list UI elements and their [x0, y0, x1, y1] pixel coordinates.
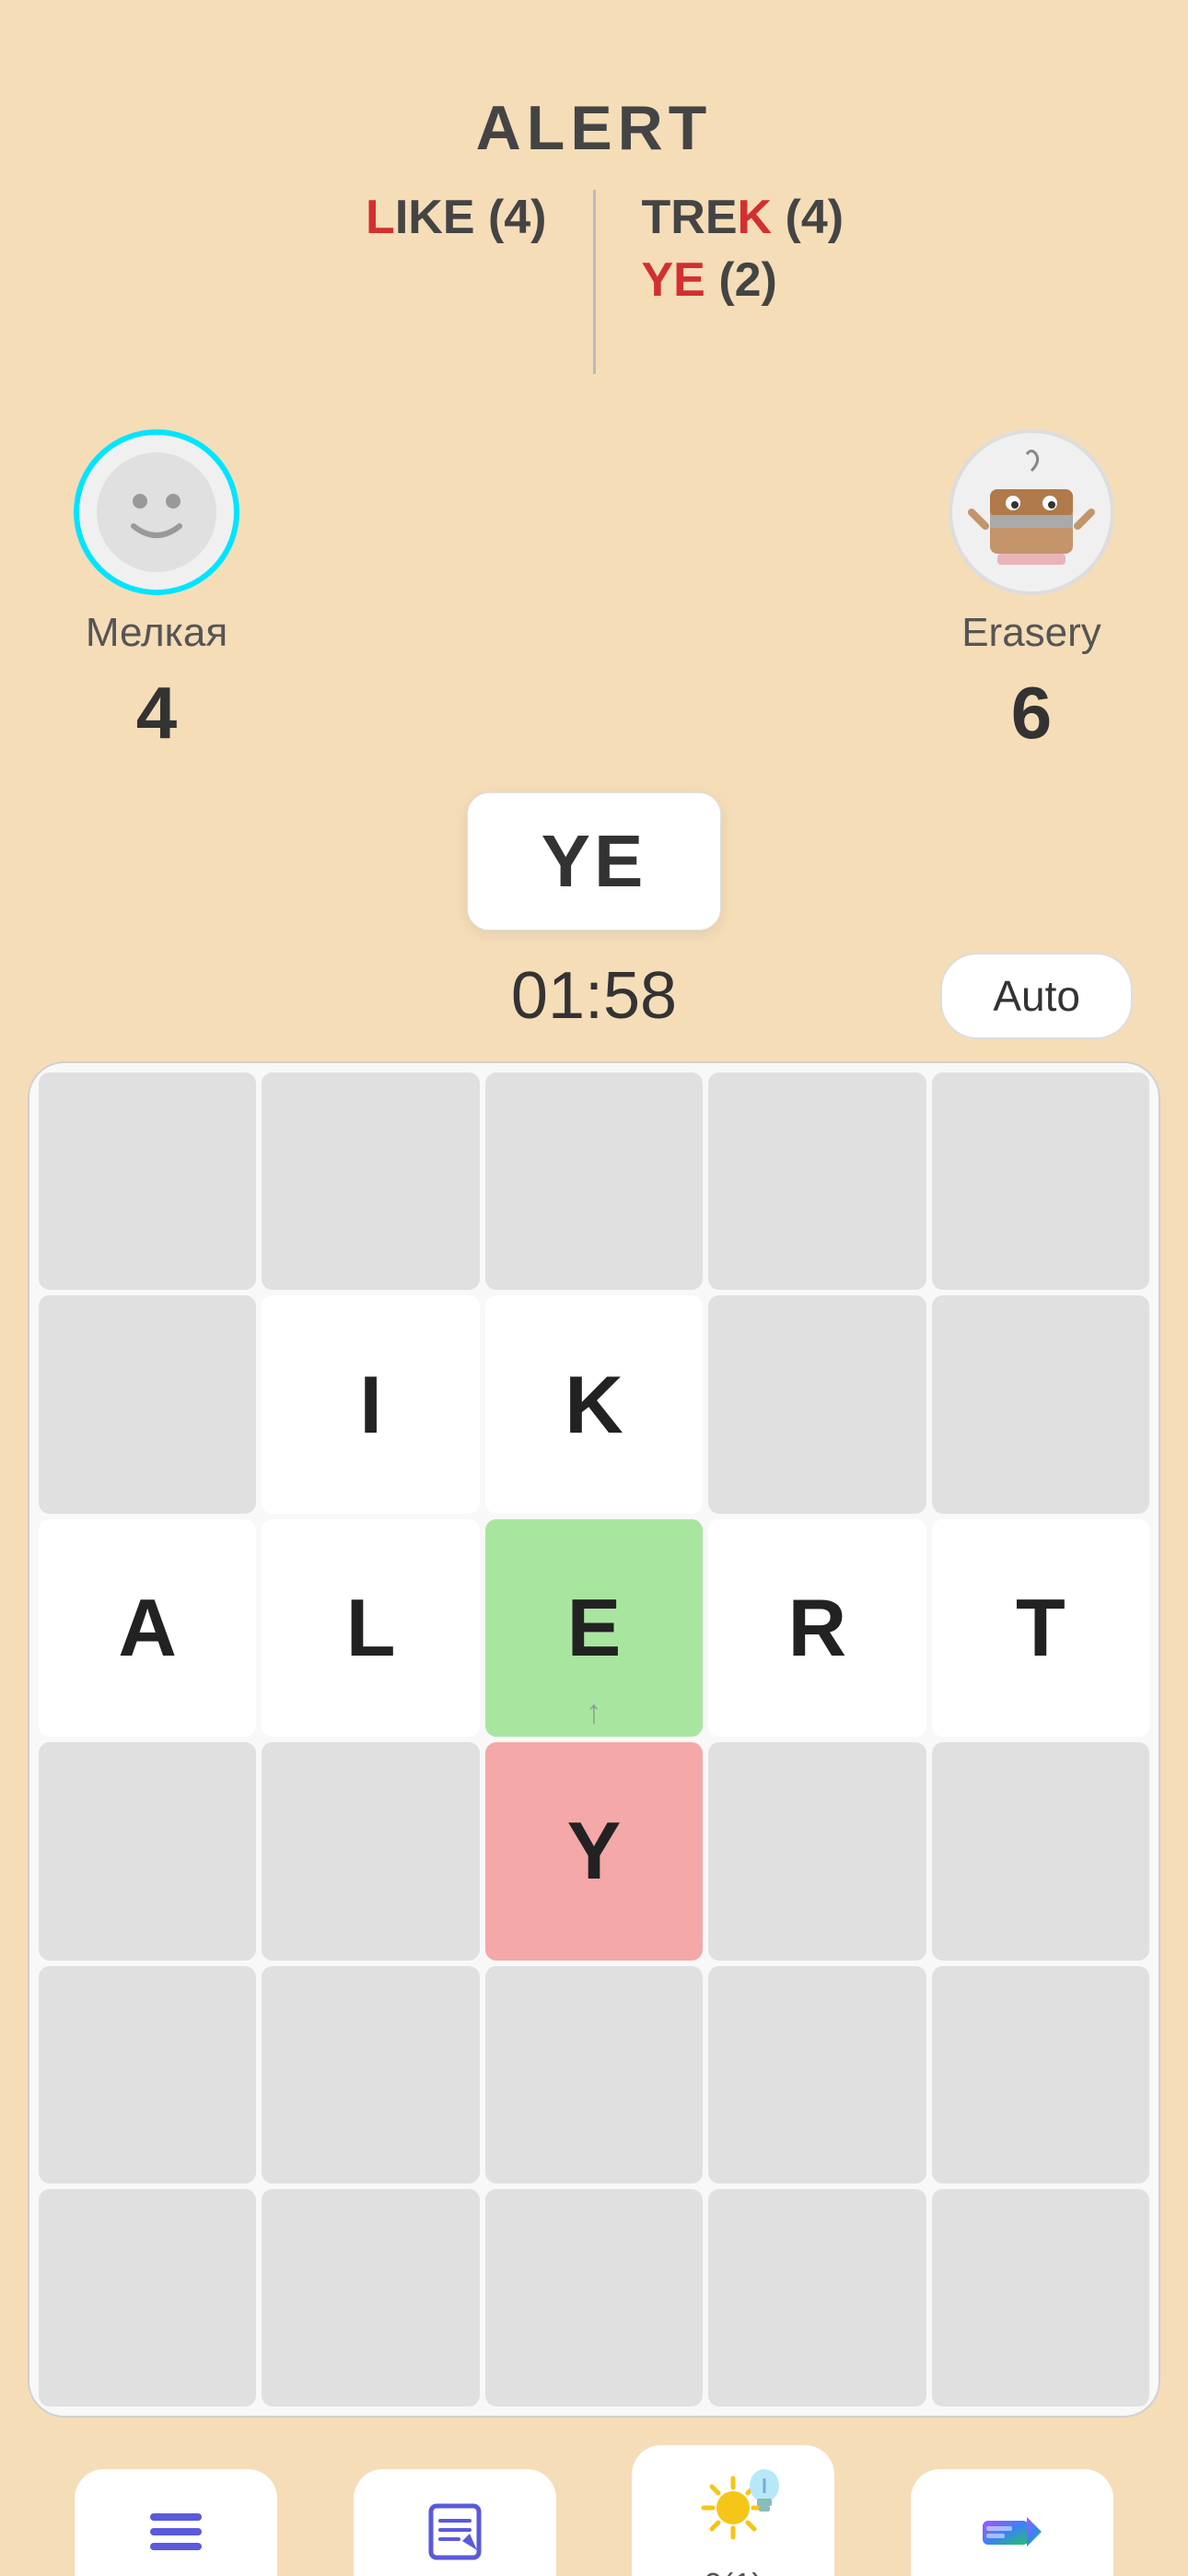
trek-highlight: K [738, 191, 773, 244]
cell-0-2[interactable] [485, 1072, 703, 1290]
bottom-nav: Menu Story [0, 2418, 1188, 2576]
timer: 01:58 [511, 958, 677, 1034]
story-icon [422, 2499, 488, 2576]
nav-hint[interactable]: 0(1) Hint [632, 2445, 834, 2576]
auto-button[interactable]: Auto [940, 953, 1133, 1039]
smiley-icon [92, 448, 221, 577]
cell-5-2[interactable] [485, 2189, 703, 2406]
like-rest: IKE (4) [395, 191, 547, 244]
lightbulb-icon [744, 2465, 785, 2519]
letter-grid: I K A L E ↑ R T Y [39, 1072, 1149, 2406]
cell-5-3[interactable] [708, 2189, 926, 2406]
cell-5-0[interactable] [39, 2189, 256, 2406]
current-word: YE [542, 819, 647, 904]
cell-2-2[interactable]: E ↑ [485, 1519, 703, 1737]
like-highlight: L [366, 191, 395, 244]
cell-0-0[interactable] [39, 1072, 256, 1290]
cell-1-4[interactable] [932, 1295, 1149, 1513]
hint-count: 0(1) [704, 2566, 763, 2576]
cell-2-0[interactable]: A [39, 1519, 256, 1737]
score-right: TREK (4) YE (2) [596, 190, 1188, 308]
nav-story[interactable]: Story [354, 2469, 556, 2576]
score-left: LIKE (4) [0, 190, 593, 245]
arrow-up-icon: ↑ [586, 1692, 602, 1731]
menu-icon [143, 2499, 209, 2576]
cell-1-0[interactable] [39, 1295, 256, 1513]
player-right-score: 6 [1011, 671, 1053, 755]
player-left: Мелкая 4 [74, 429, 239, 755]
cell-2-1[interactable]: L [262, 1519, 479, 1737]
game-screen: ALERT LIKE (4) TREK (4) YE (2) [0, 0, 1188, 2576]
scores-block: LIKE (4) TREK (4) YE (2) [0, 190, 1188, 374]
cell-3-0[interactable] [39, 1742, 256, 1960]
pass-icon [979, 2499, 1045, 2576]
erasery-icon [962, 443, 1101, 581]
grid-container: I K A L E ↑ R T Y [28, 1061, 1160, 2418]
cell-3-2[interactable]: Y [485, 1742, 703, 1960]
cell-0-1[interactable] [262, 1072, 479, 1290]
cell-0-4[interactable] [932, 1072, 1149, 1290]
cell-1-3[interactable] [708, 1295, 926, 1513]
cell-2-3[interactable]: R [708, 1519, 926, 1737]
cell-4-2[interactable] [485, 1966, 703, 2184]
nav-menu[interactable]: Menu [75, 2469, 277, 2576]
cell-1-2[interactable]: K [485, 1295, 703, 1513]
players-row: Мелкая 4 [0, 392, 1188, 755]
cell-4-4[interactable] [932, 1966, 1149, 2184]
cell-0-3[interactable] [708, 1072, 926, 1290]
cell-3-4[interactable] [932, 1742, 1149, 1960]
player-left-name: Мелкая [86, 610, 227, 656]
cell-3-3[interactable] [708, 1742, 926, 1960]
player-right-name: Erasery [961, 610, 1101, 656]
word-ye: YE (2) [642, 252, 777, 308]
timer-row: 01:58 Auto [0, 958, 1188, 1034]
cell-3-1[interactable] [262, 1742, 479, 1960]
player-right: Erasery 6 [949, 429, 1114, 755]
top-section: ALERT LIKE (4) TREK (4) YE (2) [0, 0, 1188, 1034]
player-left-score: 4 [136, 671, 178, 755]
avatar-right [949, 429, 1114, 595]
cell-4-1[interactable] [262, 1966, 479, 2184]
nav-pass[interactable]: Pass [911, 2469, 1113, 2576]
hint-icon-container [700, 2475, 766, 2546]
word-trek: TREK (4) [642, 190, 844, 245]
challenge-word: ALERT [476, 92, 713, 164]
cell-4-3[interactable] [708, 1966, 926, 2184]
cell-4-0[interactable] [39, 1966, 256, 2184]
cell-2-4[interactable]: T [932, 1519, 1149, 1737]
word-like: LIKE (4) [366, 190, 546, 245]
cell-5-4[interactable] [932, 2189, 1149, 2406]
cell-5-1[interactable] [262, 2189, 479, 2406]
cell-1-1[interactable]: I [262, 1295, 479, 1513]
avatar-left [74, 429, 239, 595]
ye-highlight: YE [642, 253, 705, 307]
current-word-bubble: YE [467, 792, 722, 931]
